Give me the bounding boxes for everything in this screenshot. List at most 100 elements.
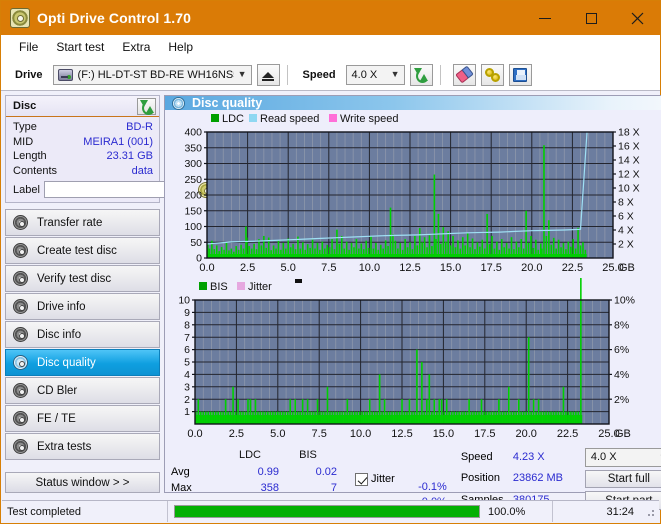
svg-text:5: 5: [184, 357, 190, 369]
svg-text:7.5: 7.5: [312, 428, 327, 440]
speed-select-value: 4.0 X: [351, 68, 378, 81]
stats-bis-avg: 0.02: [315, 465, 337, 478]
chevron-down-icon: ▼: [237, 69, 247, 79]
stats-col-bis: BIS: [299, 449, 317, 461]
svg-text:20.0: 20.0: [515, 428, 536, 440]
resize-grip-icon[interactable]: [644, 506, 656, 518]
sidebar-item-label: Disc info: [37, 328, 82, 341]
svg-text:0.0: 0.0: [199, 262, 214, 274]
close-icon: [631, 12, 643, 24]
content-panel: Disc quality LDC Read speed Write speed 0 50…: [164, 95, 661, 511]
disc-icon: [13, 299, 28, 314]
svg-text:15.0: 15.0: [433, 428, 454, 440]
drive-label: Drive: [15, 68, 43, 81]
speed-label: Speed: [302, 68, 336, 81]
cymbals-icon: [484, 67, 500, 82]
speed-readout-label: Speed: [460, 451, 493, 464]
erase-button[interactable]: [452, 63, 476, 86]
tools-button[interactable]: [480, 63, 504, 86]
stats-row-max-label: Max: [171, 482, 192, 494]
svg-text:2 X: 2 X: [618, 239, 634, 251]
svg-text:2.5: 2.5: [229, 428, 244, 440]
disc-refresh-button[interactable]: [137, 97, 156, 115]
drive-select[interactable]: (F:) HL-DT-ST BD-RE WH16NS58 TST4 ▼: [52, 64, 252, 85]
svg-text:12.5: 12.5: [391, 428, 412, 440]
disc-icon: [13, 411, 28, 426]
status-window-button[interactable]: Status window > >: [5, 472, 160, 493]
disc-panel: Disc Type BD-R MID MEIRA1 (001) Length 2…: [5, 95, 214, 203]
svg-text:6: 6: [184, 344, 190, 356]
start-full-button[interactable]: Start full: [584, 469, 661, 489]
svg-text:150: 150: [184, 205, 202, 217]
chevron-down-icon: ▼: [390, 69, 400, 79]
test-speed-select[interactable]: 4.0 X ▼: [584, 448, 661, 467]
sidebar-item-extra-tests[interactable]: Extra tests: [5, 433, 160, 460]
sidebar-item-transfer-rate[interactable]: Transfer rate: [5, 209, 160, 236]
jitter-checkbox[interactable]: [355, 472, 368, 486]
close-button[interactable]: [614, 1, 660, 35]
sidebar-item-label: Transfer rate: [37, 216, 103, 229]
eject-icon: [262, 71, 275, 81]
sidebar-item-label: Disc quality: [37, 356, 96, 369]
disc-row-length: Length 23.31 GB: [13, 149, 153, 164]
svg-text:GB: GB: [619, 262, 635, 274]
refresh-button[interactable]: [409, 63, 433, 86]
save-button[interactable]: [508, 63, 532, 86]
svg-text:2: 2: [184, 394, 190, 406]
chart-ldc-read-speed: LDC Read speed Write speed 0 50 100 150 200 250 3…: [167, 112, 661, 278]
svg-text:4 X: 4 X: [618, 225, 634, 237]
svg-text:10%: 10%: [614, 295, 635, 307]
disc-row-value: 23.31 GB: [106, 150, 153, 162]
panel-header: Disc quality: [165, 96, 661, 110]
toolbar-divider-1: [286, 64, 288, 85]
test-speed-select-value: 4.0 X: [590, 451, 617, 464]
svg-text:4%: 4%: [614, 369, 629, 381]
app-icon: [10, 8, 30, 28]
menu-file[interactable]: File: [10, 38, 47, 56]
svg-text:18 X: 18 X: [618, 127, 640, 139]
maximize-button[interactable]: [568, 1, 614, 35]
disc-row-type: Type BD-R: [13, 120, 153, 135]
svg-text:4: 4: [184, 369, 190, 381]
sidebar-item-drive-info[interactable]: Drive info: [5, 293, 160, 320]
sidebar-item-fe-te[interactable]: FE / TE: [5, 405, 160, 432]
disc-info-rows: Type BD-R MID MEIRA1 (001) Length 23.31 …: [6, 117, 214, 202]
disc-icon: [13, 243, 28, 258]
svg-text:350: 350: [184, 142, 202, 154]
sidebar-item-label: Verify test disc: [37, 272, 112, 285]
svg-text:0.0: 0.0: [187, 428, 202, 440]
menu-start-test[interactable]: Start test: [47, 38, 113, 56]
sidebar-item-disc-quality[interactable]: Disc quality: [5, 349, 160, 376]
sidebar-item-verify-test-disc[interactable]: Verify test disc: [5, 265, 160, 292]
disc-panel-header: Disc: [6, 96, 159, 117]
progress-percent: 100.0%: [488, 505, 526, 518]
window-controls: [522, 1, 660, 35]
refresh-icon: [414, 68, 430, 83]
svg-text:1: 1: [184, 406, 190, 418]
svg-text:8%: 8%: [614, 319, 629, 331]
stats-row-avg-label: Avg: [171, 465, 190, 478]
disc-icon: [13, 215, 28, 230]
menu-extra[interactable]: Extra: [113, 38, 159, 56]
menu-help[interactable]: Help: [159, 38, 202, 56]
minimize-button[interactable]: [522, 1, 568, 35]
speed-select[interactable]: 4.0 X ▼: [345, 64, 405, 85]
sidebar-item-cd-bler[interactable]: CD Bler: [5, 377, 160, 404]
svg-text:7: 7: [184, 332, 190, 344]
disc-row-key: MID: [13, 135, 34, 148]
eject-button[interactable]: [256, 63, 280, 86]
window-title: Opti Drive Control 1.70: [37, 10, 191, 26]
svg-text:12.5: 12.5: [399, 262, 420, 274]
status-message: Test completed: [2, 501, 168, 522]
jitter-label: Jitter: [371, 472, 395, 485]
svg-text:16 X: 16 X: [618, 141, 640, 153]
svg-text:2.5: 2.5: [240, 262, 255, 274]
chevron-down-icon: ▼: [655, 452, 661, 462]
chart-bis-svg: BIS Jitter 12345678910 2% 4% 6% 8% 10% 0.0 2.5 5.0…: [178, 278, 635, 440]
sidebar-item-create-test-disc[interactable]: Create test disc: [5, 237, 160, 264]
minimize-icon: [539, 17, 551, 19]
stats-ldc-avg: 0.99: [257, 465, 279, 478]
chart-bis-jitter: BIS Jitter 1 2 3 4 5 6 7 8 9 10 2% 4% 6% 8% 10% 0.0 2.5 5.0…: [167, 278, 661, 444]
sidebar-item-disc-info[interactable]: Disc info: [5, 321, 160, 348]
svg-text:20.0: 20.0: [521, 262, 542, 274]
